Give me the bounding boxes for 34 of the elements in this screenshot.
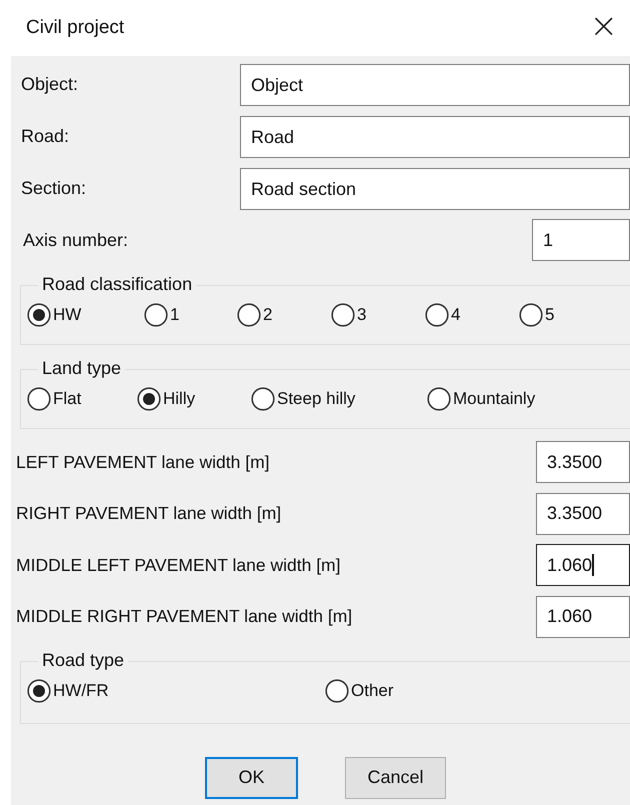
- field-label: Road:: [21, 126, 70, 146]
- radio-option[interactable]: HW: [27, 303, 82, 327]
- field-label: LEFT PAVEMENT lane width [m]: [16, 452, 270, 472]
- field-label: MIDDLE LEFT PAVEMENT lane width [m]: [16, 554, 340, 576]
- text-cursor: [592, 554, 594, 576]
- radio-option[interactable]: 2: [237, 303, 272, 327]
- field-label: Axis number:: [23, 230, 128, 250]
- input-field[interactable]: 1: [532, 219, 630, 261]
- radio-option[interactable]: Hilly: [137, 387, 196, 411]
- input-field[interactable]: 1.060: [536, 596, 630, 638]
- window-title: Civil project: [26, 17, 124, 39]
- radio-option[interactable]: Mountainly: [427, 387, 536, 411]
- radio-option[interactable]: Steep hilly: [251, 387, 356, 411]
- dialog-button[interactable]: Cancel: [345, 756, 446, 798]
- radio-option[interactable]: 5: [519, 303, 554, 327]
- radio-option[interactable]: HW/FR: [27, 678, 109, 702]
- group-title: Land type: [38, 358, 126, 379]
- radio-option[interactable]: Other: [325, 678, 394, 702]
- input-field[interactable]: 1.060: [536, 544, 630, 586]
- radio-option[interactable]: Flat: [27, 387, 82, 411]
- field-label: MIDDLE RIGHT PAVEMENT lane width [m]: [16, 606, 352, 627]
- input-field[interactable]: Object: [240, 64, 630, 106]
- close-button[interactable]: ×: [590, 9, 630, 47]
- dialog-button[interactable]: OK: [205, 756, 298, 798]
- input-field[interactable]: Road: [240, 116, 630, 158]
- input-field[interactable]: Road section: [240, 168, 630, 210]
- radio-option[interactable]: 4: [425, 303, 460, 327]
- radio-option[interactable]: 1: [144, 303, 180, 327]
- field-label: Object:: [21, 74, 78, 94]
- radio-option[interactable]: 3: [331, 303, 366, 327]
- field-label: Section:: [21, 178, 86, 198]
- input-field[interactable]: 3.3500: [536, 441, 630, 483]
- field-label: RIGHT PAVEMENT lane width [m]: [16, 503, 282, 524]
- input-field[interactable]: 3.3500: [536, 492, 630, 534]
